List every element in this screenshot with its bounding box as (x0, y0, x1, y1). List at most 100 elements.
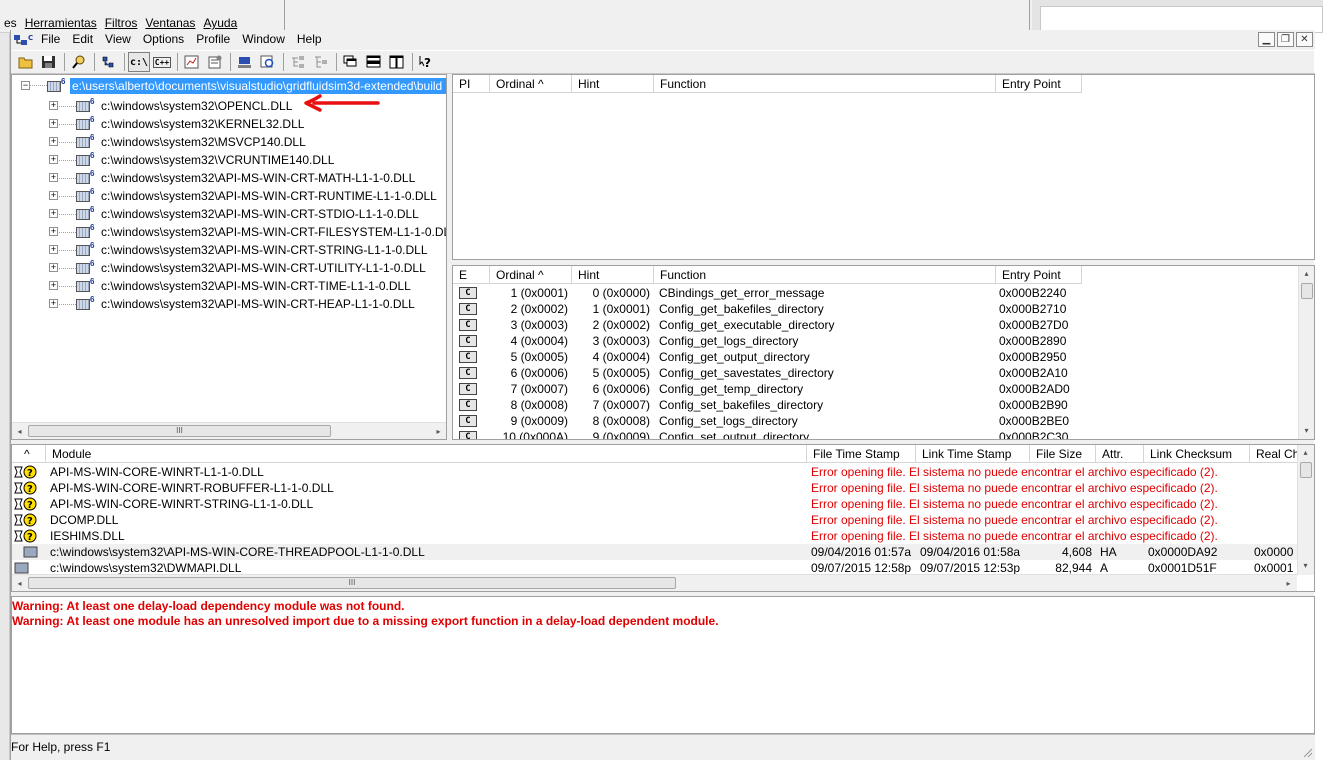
help-icon[interactable]: ? (416, 52, 438, 72)
menu-profile[interactable]: Profile (190, 30, 236, 49)
tree-item[interactable]: +6 c:\windows\system32\API-MS-WIN-CRT-STR… (12, 241, 442, 259)
expand-icon[interactable]: + (49, 227, 58, 236)
col-file-time-stamp[interactable]: File Time Stamp (807, 445, 916, 463)
menu-edit[interactable]: Edit (66, 30, 99, 49)
expand-icon[interactable]: + (49, 155, 58, 164)
tree-item[interactable]: +6 c:\windows\system32\API-MS-WIN-CRT-FIL… (12, 223, 446, 241)
scroll-right-icon[interactable]: ▸ (431, 424, 446, 439)
exports-vscrollbar[interactable]: ▴ ▾ (1298, 266, 1314, 439)
tree-item[interactable]: +6 c:\windows\system32\API-MS-WIN-CRT-RUN… (12, 187, 442, 205)
auto-expand-icon[interactable] (257, 52, 279, 72)
col-pi[interactable]: PI (453, 75, 490, 93)
scroll-left-icon[interactable]: ◂ (12, 576, 27, 591)
export-row[interactable]: C 3 (0x0003) 2 (0x0002) Config_get_executab… (453, 317, 1298, 333)
scroll-right-icon[interactable]: ▸ (1281, 576, 1296, 591)
expand-icon[interactable]: + (49, 119, 58, 128)
col-function[interactable]: Function (654, 266, 996, 284)
tree-item[interactable]: +6 c:\windows\system32\VCRUNTIME140.DLL (12, 151, 442, 169)
expand-icon[interactable]: + (49, 209, 58, 218)
tree-item[interactable]: +6 c:\windows\system32\API-MS-WIN-CRT-STD… (12, 205, 442, 223)
col-entry-point[interactable]: Entry Point (996, 266, 1082, 284)
expand-icon[interactable]: + (49, 173, 58, 182)
tile-vertical-icon[interactable] (386, 52, 408, 72)
module-row-missing[interactable]: ? API-MS-WIN-CORE-WINRT-STRING-L1-1-0.DLL… (12, 496, 1297, 512)
export-row[interactable]: C 4 (0x0004) 3 (0x0003) Config_get_logs_dir… (453, 333, 1298, 349)
col-ordinal[interactable]: Ordinal ^ (490, 266, 572, 284)
parent-imports-panel[interactable]: PI Ordinal ^ Hint Function Entry Point (452, 74, 1315, 260)
col-hint[interactable]: Hint (572, 266, 654, 284)
profile-icon[interactable] (181, 52, 203, 72)
menu-window[interactable]: Window (236, 30, 291, 49)
expand-icon[interactable]: + (49, 299, 58, 308)
expand-icon[interactable]: + (49, 281, 58, 290)
scroll-up-icon[interactable]: ▴ (1298, 445, 1313, 460)
scroll-down-icon[interactable]: ▾ (1298, 558, 1313, 573)
module-row-missing[interactable]: ? IESHIMS.DLL Error opening file. El siste… (12, 528, 1297, 544)
module-row-missing[interactable]: ? API-MS-WIN-CORE-WINRT-ROBUFFER-L1-1-0.D… (12, 480, 1297, 496)
full-paths-toggle[interactable]: c:\ (128, 52, 150, 72)
modules-hscrollbar[interactable]: ◂ III ▸ (12, 574, 1297, 591)
close-icon[interactable]: ✕ (1296, 32, 1313, 47)
bg-menu-ayuda[interactable]: Ayuda (199, 15, 241, 31)
expand-icon[interactable]: + (49, 191, 58, 200)
export-row[interactable]: C 5 (0x0005) 4 (0x0004) Config_get_output_d… (453, 349, 1298, 365)
cascade-icon[interactable] (340, 52, 362, 72)
tree-hscroll-thumb[interactable]: III (28, 425, 331, 437)
view-full-paths-icon[interactable] (234, 52, 256, 72)
exports-panel[interactable]: E Ordinal ^ Hint Function Entry Point C 1… (452, 265, 1315, 440)
tree-item[interactable]: +6 c:\windows\system32\API-MS-WIN-CRT-MAT… (12, 169, 442, 187)
export-row[interactable]: C 1 (0x0001) 0 (0x0000) CBindings_get_error… (453, 285, 1298, 301)
bg-menu-es[interactable]: es (0, 15, 21, 31)
save-icon[interactable] (38, 52, 60, 72)
undecorate-toggle[interactable]: C++ (151, 52, 173, 72)
col-file-size[interactable]: File Size (1030, 445, 1096, 463)
copy-icon[interactable] (98, 52, 120, 72)
scroll-down-icon[interactable]: ▾ (1299, 423, 1314, 438)
module-row-missing[interactable]: ? API-MS-WIN-CORE-WINRT-L1-1-0.DLL Error o… (12, 464, 1297, 480)
col-hint[interactable]: Hint (572, 75, 654, 93)
expand-icon[interactable]: + (49, 263, 58, 272)
expand-icon[interactable]: + (49, 101, 58, 110)
resize-grip-icon[interactable] (1301, 746, 1313, 758)
col-entry-point[interactable]: Entry Point (996, 75, 1082, 93)
bg-menu-ventanas[interactable]: Ventanas (141, 15, 199, 31)
col-attr[interactable]: Attr. (1096, 445, 1144, 463)
tree-item[interactable]: +6 c:\windows\system32\API-MS-WIN-CRT-HEA… (12, 295, 442, 313)
exports-vscroll-thumb[interactable] (1301, 283, 1313, 299)
module-row-missing[interactable]: ? DCOMP.DLL Error opening file. El sistema… (12, 512, 1297, 528)
minimize-icon[interactable]: ▁ (1258, 32, 1275, 47)
collapse-icon[interactable] (287, 52, 309, 72)
open-icon[interactable] (15, 52, 37, 72)
expand-icon[interactable]: + (49, 137, 58, 146)
module-list-panel[interactable]: ^ Module File Time Stamp Link Time Stamp… (11, 444, 1315, 592)
bg-menu-herramientas[interactable]: Herramientas (21, 15, 101, 31)
modules-hscroll-thumb[interactable]: III (28, 577, 676, 589)
export-row[interactable]: C 2 (0x0002) 1 (0x0001) Config_get_bakefile… (453, 301, 1298, 317)
tree-item[interactable]: +6 c:\windows\system32\KERNEL32.DLL (12, 115, 442, 133)
menu-options[interactable]: Options (137, 30, 190, 49)
col-ordinal[interactable]: Ordinal ^ (490, 75, 572, 93)
tree-root-selected[interactable]: e:\users\alberto\documents\visualstudio\… (70, 78, 446, 94)
module-tree-panel[interactable]: − 6 e:\users\alberto\documents\visualstu… (11, 74, 447, 440)
menu-view[interactable]: View (99, 30, 137, 49)
export-row[interactable]: C 7 (0x0007) 6 (0x0006) Config_get_temp_dir… (453, 381, 1298, 397)
bg-menu-filtros[interactable]: Filtros (101, 15, 142, 31)
col-function[interactable]: Function (654, 75, 996, 93)
col-module[interactable]: Module (46, 445, 807, 463)
col-e[interactable]: E (453, 266, 490, 284)
menu-help[interactable]: Help (291, 30, 328, 49)
export-row[interactable]: C 10 (0x000A) 9 (0x0009) Config_set_output_… (453, 429, 1298, 439)
restore-icon[interactable]: ❐ (1277, 32, 1294, 47)
scroll-up-icon[interactable]: ▴ (1299, 266, 1314, 281)
tree-item[interactable]: +6 c:\windows\system32\MSVCP140.DLL (12, 133, 442, 151)
log-panel[interactable]: Warning: At least one delay-load depende… (11, 596, 1315, 734)
col-link-time-stamp[interactable]: Link Time Stamp (916, 445, 1030, 463)
configure-icon[interactable] (310, 52, 332, 72)
expand-icon[interactable]: + (49, 245, 58, 254)
col-real-checksum[interactable]: Real Ch (1250, 445, 1298, 463)
scroll-left-icon[interactable]: ◂ (12, 424, 27, 439)
export-row[interactable]: C 8 (0x0008) 7 (0x0007) Config_set_bakefile… (453, 397, 1298, 413)
module-row[interactable]: c:\windows\system32\API-MS-WIN-CORE-THRE… (12, 544, 1297, 560)
menu-file[interactable]: File (35, 30, 66, 49)
tree-item[interactable]: +6 c:\windows\system32\API-MS-WIN-CRT-UTI… (12, 259, 442, 277)
